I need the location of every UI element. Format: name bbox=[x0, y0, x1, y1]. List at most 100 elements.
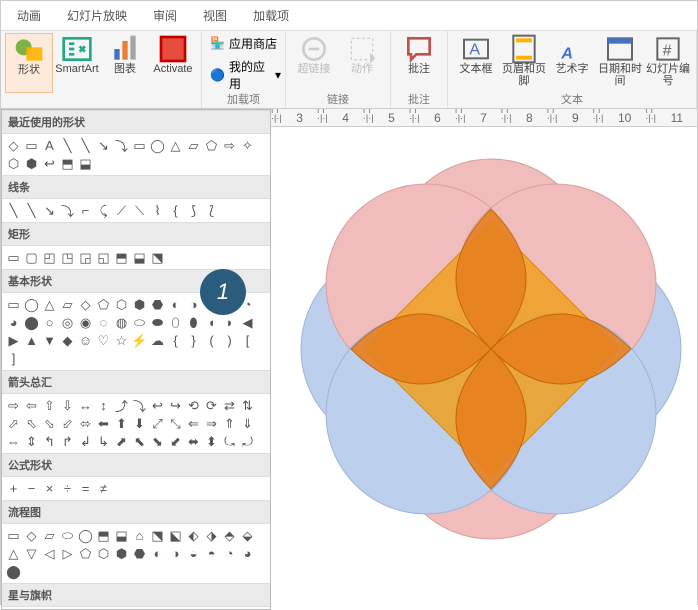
shape-item[interactable]: ⇑ bbox=[221, 415, 238, 432]
shape-item[interactable]: + bbox=[5, 480, 22, 497]
shape-item[interactable]: = bbox=[77, 480, 94, 497]
shape-item[interactable]: ⤵ bbox=[59, 202, 76, 219]
shape-item[interactable]: ▶ bbox=[5, 332, 22, 349]
shape-item[interactable]: ↩ bbox=[149, 397, 166, 414]
shape-item[interactable]: ╲ bbox=[77, 137, 94, 154]
comment-button[interactable]: 批注 bbox=[395, 33, 443, 93]
shape-item[interactable]: ⬭ bbox=[131, 314, 148, 331]
shape-item[interactable]: ÷ bbox=[59, 480, 76, 497]
tab-review[interactable]: 审阅 bbox=[149, 5, 181, 26]
shape-item[interactable]: ▭ bbox=[5, 249, 22, 266]
shape-item[interactable]: ⬓ bbox=[113, 527, 130, 544]
shape-item[interactable]: ⬙ bbox=[239, 527, 256, 544]
shape-item[interactable]: ◆ bbox=[59, 332, 76, 349]
shape-item[interactable]: ▽ bbox=[23, 545, 40, 562]
tab-slideshow[interactable]: 幻灯片放映 bbox=[63, 5, 131, 26]
shape-item[interactable]: ↰ bbox=[41, 433, 58, 450]
shape-item[interactable]: { bbox=[167, 202, 184, 219]
shape-item[interactable]: ◌ bbox=[95, 314, 112, 331]
shape-item[interactable]: ⇨ bbox=[5, 397, 22, 414]
shape-item[interactable]: ] bbox=[5, 350, 22, 367]
headerfooter-button[interactable]: 页眉和页脚 bbox=[500, 33, 548, 93]
shape-item[interactable]: ⤴ bbox=[113, 397, 130, 414]
shape-item[interactable]: ⬭ bbox=[59, 527, 76, 544]
shape-item[interactable]: ⤿ bbox=[221, 433, 238, 450]
store-button[interactable]: 🏪应用商店 bbox=[210, 35, 277, 52]
shape-item[interactable]: ⬢ bbox=[113, 545, 130, 562]
shape-item[interactable]: ◑ bbox=[185, 296, 202, 313]
shape-item[interactable]: ↱ bbox=[59, 433, 76, 450]
tab-animation[interactable]: 动画 bbox=[13, 5, 45, 26]
shape-item[interactable]: ▷ bbox=[59, 545, 76, 562]
shape-item[interactable]: ↲ bbox=[77, 433, 94, 450]
shape-item[interactable]: ⬤ bbox=[5, 563, 22, 580]
shape-item[interactable]: ◐ bbox=[167, 296, 184, 313]
shape-item[interactable]: ⬍ bbox=[203, 433, 220, 450]
shape-item[interactable]: ◇ bbox=[5, 137, 22, 154]
shape-item[interactable]: ╲ bbox=[23, 202, 40, 219]
shape-item[interactable]: ◓ bbox=[203, 545, 220, 562]
shape-item[interactable]: ⟋ bbox=[113, 202, 130, 219]
shape-item[interactable]: − bbox=[23, 480, 40, 497]
shape-item[interactable]: ◳ bbox=[59, 249, 76, 266]
shape-item[interactable]: ⇅ bbox=[239, 397, 256, 414]
shape-item[interactable]: ⇕ bbox=[23, 433, 40, 450]
shape-item[interactable]: ◯ bbox=[149, 137, 166, 154]
shape-item[interactable]: ▱ bbox=[185, 137, 202, 154]
shape-item[interactable]: ☺ bbox=[77, 332, 94, 349]
shape-item[interactable]: ▢ bbox=[23, 249, 40, 266]
shape-item[interactable]: ⬬ bbox=[149, 314, 166, 331]
shape-item[interactable]: ⬓ bbox=[131, 249, 148, 266]
shape-item[interactable]: ⬒ bbox=[95, 527, 112, 544]
shape-item[interactable]: ⬠ bbox=[95, 296, 112, 313]
shape-item[interactable]: ▼ bbox=[41, 332, 58, 349]
shape-item[interactable]: ⤡ bbox=[167, 415, 184, 432]
shape-item[interactable]: ⬉ bbox=[131, 433, 148, 450]
shape-item[interactable]: ⬀ bbox=[5, 415, 22, 432]
shape-item[interactable]: ⬣ bbox=[149, 296, 166, 313]
shape-item[interactable]: ↘ bbox=[41, 202, 58, 219]
shape-item[interactable]: ╲ bbox=[59, 137, 76, 154]
shape-item[interactable]: ⚡ bbox=[131, 332, 148, 349]
shape-item[interactable]: ⇐ bbox=[185, 415, 202, 432]
shape-item[interactable]: ⬁ bbox=[23, 415, 40, 432]
shape-item[interactable]: ☆ bbox=[113, 332, 130, 349]
shape-item[interactable]: ⬒ bbox=[59, 155, 76, 172]
shape-item[interactable]: ⤢ bbox=[149, 415, 166, 432]
shape-item[interactable]: ♡ bbox=[95, 332, 112, 349]
shape-item[interactable]: ⬤ bbox=[23, 314, 40, 331]
shape-item[interactable]: A bbox=[41, 137, 58, 154]
shape-item[interactable]: ↩ bbox=[41, 155, 58, 172]
shape-item[interactable]: ◔ bbox=[221, 545, 238, 562]
shape-item[interactable]: ⬢ bbox=[23, 155, 40, 172]
myapps-button[interactable]: 🔵我的应用▾ bbox=[210, 58, 281, 92]
shape-item[interactable]: ⬡ bbox=[5, 155, 22, 172]
shape-item[interactable]: ⬒ bbox=[113, 249, 130, 266]
shape-item[interactable]: ⇩ bbox=[59, 397, 76, 414]
shape-item[interactable]: ⇔ bbox=[5, 433, 22, 450]
shape-item[interactable]: ⇒ bbox=[203, 415, 220, 432]
shape-item[interactable]: ⇨ bbox=[221, 137, 238, 154]
shape-item[interactable]: ⇓ bbox=[239, 415, 256, 432]
shape-item[interactable]: ⬇ bbox=[131, 415, 148, 432]
activate-button[interactable]: Activate bbox=[149, 33, 197, 93]
shape-item[interactable]: ⬓ bbox=[77, 155, 94, 172]
shape-item[interactable]: ⇧ bbox=[41, 397, 58, 414]
shape-item[interactable]: ◁ bbox=[41, 545, 58, 562]
shape-item[interactable]: ⟳ bbox=[203, 397, 220, 414]
shape-item[interactable]: ⬡ bbox=[113, 296, 130, 313]
tab-addins[interactable]: 加载项 bbox=[249, 5, 293, 26]
shape-item[interactable]: △ bbox=[41, 296, 58, 313]
shape-item[interactable]: ↪ bbox=[167, 397, 184, 414]
shape-item[interactable]: ⬊ bbox=[149, 433, 166, 450]
shape-item[interactable]: ⤵ bbox=[113, 137, 130, 154]
shape-item[interactable]: [ bbox=[239, 332, 256, 349]
shape-item[interactable]: ⌇ bbox=[149, 202, 166, 219]
shape-item[interactable]: ▭ bbox=[5, 296, 22, 313]
shape-item[interactable]: ◐ bbox=[149, 545, 166, 562]
shape-item[interactable]: ⬅ bbox=[95, 415, 112, 432]
shape-item[interactable]: ⤵ bbox=[131, 397, 148, 414]
shape-item[interactable]: } bbox=[185, 332, 202, 349]
smartart-button[interactable]: SmartArt bbox=[53, 33, 101, 93]
shape-item[interactable]: ✧ bbox=[239, 137, 256, 154]
